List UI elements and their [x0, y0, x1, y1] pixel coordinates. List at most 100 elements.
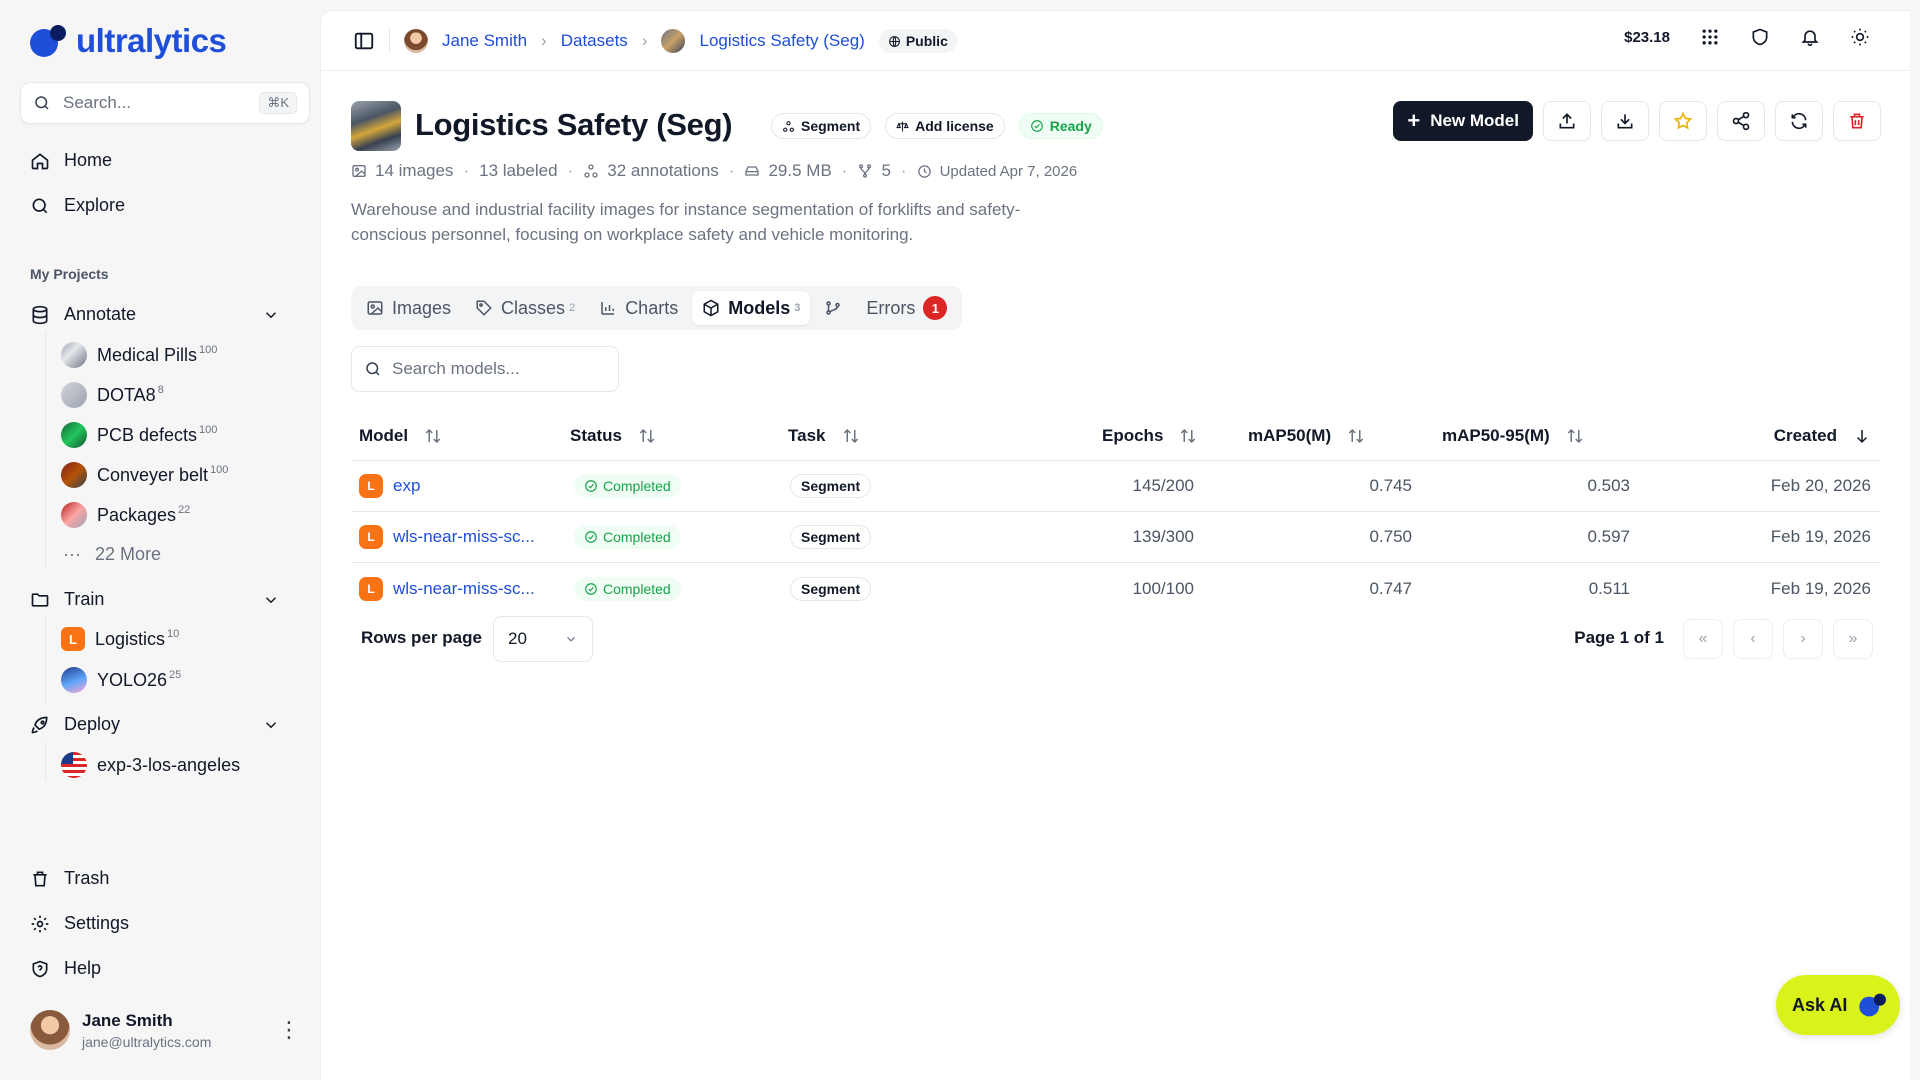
plus-icon: +: [1407, 108, 1421, 133]
download-button[interactable]: [1601, 101, 1649, 141]
table-header: Model Status Task Epochs mAP50(M) mAP50-…: [351, 411, 1881, 461]
account-balance[interactable]: $23.18: [1624, 29, 1670, 46]
tab-charts-label: Charts: [625, 297, 679, 318]
images-count: 14 images: [375, 161, 454, 180]
nav-trash[interactable]: Trash: [30, 868, 109, 889]
table-row[interactable]: Lwls-near-miss-sc... Completed Segment 1…: [351, 563, 1881, 614]
sidebar-toggle-icon[interactable]: [353, 30, 375, 52]
sort-icon: [1181, 428, 1196, 443]
apps-grid-icon[interactable]: [1700, 27, 1720, 47]
search-models-input[interactable]: Search models...: [351, 346, 619, 392]
check-circle-icon: [585, 582, 597, 595]
clock-icon: [917, 164, 931, 178]
deploy-label: Deploy: [64, 714, 121, 734]
breadcrumb-datasets[interactable]: Datasets: [561, 31, 628, 51]
check-circle-icon: [585, 531, 597, 543]
column-epochs[interactable]: Epochs: [1008, 426, 1208, 446]
deploy-group-toggle[interactable]: Deploy: [30, 714, 280, 735]
tab-lineage[interactable]: [814, 291, 852, 325]
nav-settings-label: Settings: [64, 913, 130, 933]
user-avatar: [404, 29, 428, 53]
column-map50-label: mAP50(M): [1248, 425, 1332, 445]
add-license-button[interactable]: Add license: [885, 113, 1005, 139]
separator-dot: ·: [567, 161, 574, 180]
trash-icon: [33, 871, 47, 886]
more-projects-link[interactable]: ··· 22 More: [63, 544, 161, 565]
tab-classes[interactable]: Classes 2: [465, 291, 585, 325]
model-name-link[interactable]: exp: [393, 476, 420, 496]
ultralytics-logo[interactable]: ultralytics: [28, 22, 227, 60]
status-label: Completed: [603, 478, 671, 494]
shield-icon[interactable]: [1750, 27, 1770, 47]
deployment-exp-3-los-angeles[interactable]: exp-3-los-angeles: [61, 752, 240, 778]
more-vertical-icon[interactable]: ⋮: [278, 1017, 300, 1043]
refresh-button[interactable]: [1775, 101, 1823, 141]
train-group-toggle[interactable]: Train: [30, 589, 280, 610]
column-map50-95[interactable]: mAP50-95(M): [1426, 426, 1644, 446]
first-page-button[interactable]: «: [1683, 619, 1723, 659]
nav-help[interactable]: Help: [30, 958, 101, 979]
project-medical-pills[interactable]: Medical Pills 100: [61, 342, 217, 368]
project-logistics[interactable]: L Logistics 10: [61, 627, 179, 651]
rows-per-page-select[interactable]: 20: [493, 616, 593, 662]
status-badge: Completed: [574, 474, 681, 498]
status-badge: Completed: [574, 576, 681, 601]
dataset-description: Warehouse and industrial facility images…: [351, 200, 1021, 244]
ask-ai-label: Ask AI: [1792, 994, 1848, 1015]
status-badge-label: Ready: [1049, 118, 1092, 134]
share-button[interactable]: [1717, 101, 1765, 141]
nav-home[interactable]: Home: [30, 150, 112, 171]
separator-dot: ·: [900, 161, 907, 180]
chevron-right-icon: ›: [541, 31, 547, 50]
sidebar-search-input[interactable]: Search... ⌘K: [20, 82, 310, 124]
user-name: Jane Smith: [82, 1010, 173, 1030]
help-icon: [32, 960, 48, 977]
previous-page-button[interactable]: ‹: [1733, 619, 1773, 659]
separator-dot: ·: [728, 161, 735, 180]
column-task[interactable]: Task: [788, 426, 1008, 446]
model-name-link[interactable]: wls-near-miss-sc...: [393, 527, 535, 547]
chevrons-right-icon: »: [1848, 630, 1858, 647]
tab-charts[interactable]: Charts: [589, 291, 688, 325]
project-packages[interactable]: Packages 22: [61, 502, 190, 528]
bell-icon[interactable]: [1800, 27, 1820, 47]
table-row[interactable]: Lwls-near-miss-sc... Completed Segment 1…: [351, 512, 1881, 563]
breadcrumb-dataset[interactable]: Logistics Safety (Seg): [699, 31, 864, 51]
breadcrumb-user[interactable]: Jane Smith: [442, 31, 527, 51]
tab-models[interactable]: Models 3: [692, 291, 811, 325]
ultralytics-logo-icon: [30, 25, 66, 57]
upload-button[interactable]: [1543, 101, 1591, 141]
column-epochs-label: Epochs: [1102, 425, 1164, 445]
column-created[interactable]: Created: [1644, 426, 1881, 446]
column-model[interactable]: Model: [351, 426, 570, 446]
dataset-meta: 14 images · 13 labeled · 32 annotations …: [351, 161, 1077, 181]
new-model-button[interactable]: + New Model: [1393, 101, 1533, 141]
project-conveyer-belt[interactable]: Conveyer belt 100: [61, 462, 228, 488]
model-initial-badge: L: [359, 474, 383, 498]
sun-icon[interactable]: [1850, 27, 1870, 47]
nav-settings[interactable]: Settings: [30, 913, 129, 934]
project-pcb-defects[interactable]: PCB defects 100: [61, 422, 217, 448]
ask-ai-button[interactable]: Ask AI: [1776, 975, 1900, 1035]
status-label: Completed: [603, 580, 671, 597]
project-dota8[interactable]: DOTA8 8: [61, 382, 164, 408]
star-button[interactable]: [1659, 101, 1707, 141]
user-profile[interactable]: Jane Smith jane@ultralytics.com ⋮: [30, 1010, 300, 1050]
search-icon: [35, 96, 49, 110]
column-map50[interactable]: mAP50(M): [1208, 426, 1426, 446]
cube-icon: [703, 299, 719, 317]
epochs-value: 100/100: [1132, 578, 1194, 598]
table-row[interactable]: Lexp Completed Segment 145/200 0.745 0.5…: [351, 461, 1881, 512]
tab-errors[interactable]: Errors 1: [856, 291, 957, 325]
column-status[interactable]: Status: [570, 426, 788, 446]
nav-explore[interactable]: Explore: [30, 195, 125, 216]
tab-images[interactable]: Images: [356, 291, 461, 325]
annotate-group-toggle[interactable]: Annotate: [30, 304, 280, 325]
next-page-button[interactable]: ›: [1783, 619, 1823, 659]
tab-images-label: Images: [392, 297, 452, 318]
ultralytics-logo-icon: [1859, 993, 1887, 1017]
project-yolo26[interactable]: YOLO26 25: [61, 667, 181, 693]
model-name-link[interactable]: wls-near-miss-sc...: [393, 579, 535, 599]
delete-button[interactable]: [1833, 101, 1881, 141]
last-page-button[interactable]: »: [1833, 619, 1873, 659]
